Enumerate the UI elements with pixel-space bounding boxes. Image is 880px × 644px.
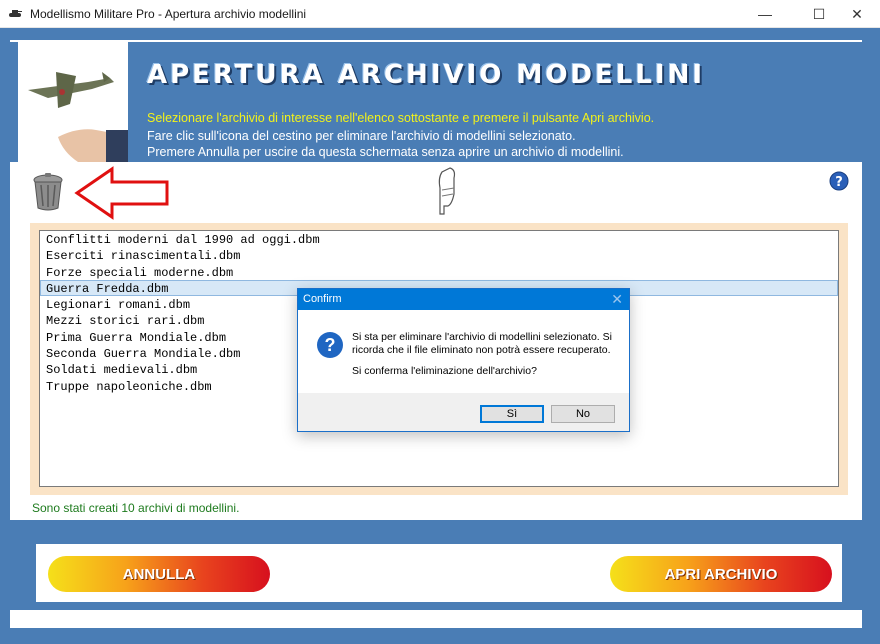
list-item[interactable]: Eserciti rinascimentali.dbm bbox=[40, 247, 838, 263]
dialog-titlebar: Confirm ✕ bbox=[298, 289, 629, 310]
svg-text:?: ? bbox=[835, 175, 843, 190]
page-title: APERTURA ARCHIVIO MODELLINI bbox=[147, 60, 706, 90]
dialog-message-line-2: ricorda che il file eliminato non potrà … bbox=[352, 344, 611, 356]
help-icon[interactable]: ? bbox=[829, 171, 849, 191]
dialog-message-line-1: Si sta per eliminare l'archivio di model… bbox=[352, 331, 612, 343]
pointing-hand-icon bbox=[438, 167, 456, 215]
app-tank-icon bbox=[9, 10, 22, 17]
trash-icon[interactable] bbox=[28, 170, 70, 212]
minimize-button[interactable]: — bbox=[742, 0, 788, 28]
instruction-line-1: Selezionare l'archivio di interesse nell… bbox=[147, 111, 655, 125]
list-item[interactable]: Conflitti moderni dal 1990 ad oggi.dbm bbox=[40, 231, 838, 247]
header-band: APERTURA ARCHIVIO MODELLINI Selezionare … bbox=[10, 42, 862, 162]
status-text: Sono stati creati 10 archivi di modellin… bbox=[32, 501, 240, 515]
close-window-button[interactable]: ✕ bbox=[834, 0, 880, 28]
airplane-model-image bbox=[18, 42, 128, 162]
no-button[interactable]: No bbox=[551, 405, 615, 423]
instruction-line-3: Premere Annulla per uscire da questa sch… bbox=[147, 145, 624, 159]
question-icon: ? bbox=[317, 332, 343, 358]
yes-button[interactable]: Sì bbox=[480, 405, 544, 423]
cancel-button[interactable]: ANNULLA bbox=[48, 556, 270, 592]
red-arrow-icon bbox=[74, 166, 169, 220]
confirm-dialog: Confirm ✕ ? Si sta per eliminare l'archi… bbox=[297, 288, 630, 432]
window-titlebar: Modellismo Militare Pro - Apertura archi… bbox=[0, 0, 880, 28]
dialog-close-button[interactable]: ✕ bbox=[611, 291, 623, 308]
open-archive-button[interactable]: APRI ARCHIVIO bbox=[610, 556, 832, 592]
instruction-line-2: Fare clic sull'icona del cestino per eli… bbox=[147, 129, 576, 143]
dialog-question: Si conferma l'eliminazione dell'archivio… bbox=[352, 365, 537, 377]
window-title: Modellismo Militare Pro - Apertura archi… bbox=[30, 7, 307, 21]
list-item[interactable]: Forze speciali moderne.dbm bbox=[40, 264, 838, 280]
dialog-title: Confirm bbox=[303, 293, 342, 305]
